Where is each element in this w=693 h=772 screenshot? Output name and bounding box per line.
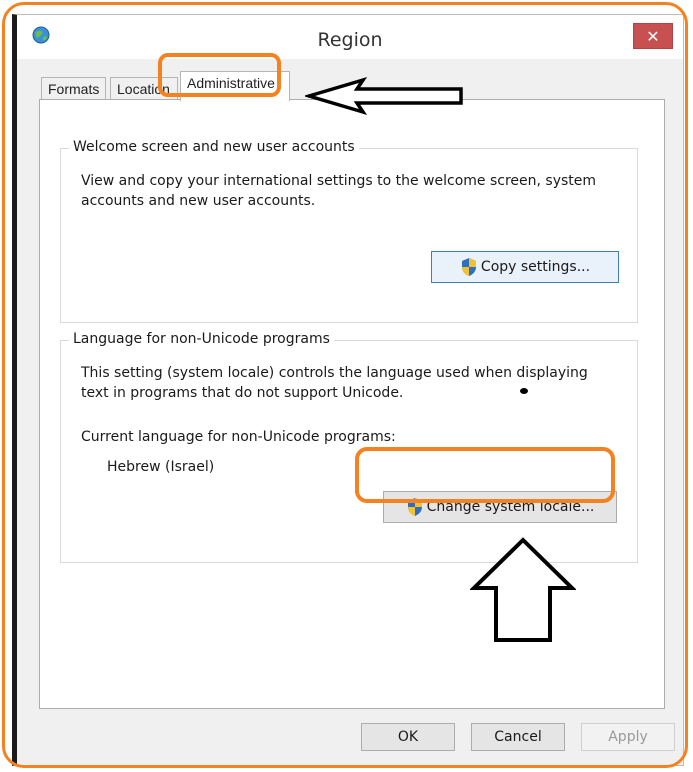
region-dialog: Region ✕ Formats Location Administrative… bbox=[12, 14, 684, 766]
tab-formats[interactable]: Formats bbox=[41, 77, 106, 99]
apply-button[interactable]: Apply bbox=[581, 723, 675, 751]
window-title: Region bbox=[317, 29, 383, 51]
left-arrow-annotation bbox=[305, 76, 463, 116]
ok-button[interactable]: OK bbox=[361, 723, 455, 751]
up-arrow-annotation bbox=[470, 537, 576, 642]
copy-settings-label: Copy settings... bbox=[480, 259, 591, 275]
current-language-value: Hebrew (Israel) bbox=[107, 459, 215, 475]
administrative-tab-highlight bbox=[158, 53, 281, 97]
welcome-description-line2: accounts and new user accounts. bbox=[81, 193, 316, 209]
non-unicode-group-title: Language for non-Unicode programs bbox=[69, 331, 334, 347]
change-locale-highlight bbox=[355, 447, 615, 503]
welcome-description-line1: View and copy your international setting… bbox=[81, 173, 597, 189]
non-unicode-description-line1: This setting (system locale) controls th… bbox=[81, 365, 588, 381]
ink-dot bbox=[520, 388, 528, 394]
welcome-screen-group: Welcome screen and new user accounts Vie… bbox=[60, 139, 638, 323]
copy-settings-button[interactable]: Copy settings... bbox=[431, 251, 619, 283]
non-unicode-description-line2: text in programs that do not support Uni… bbox=[81, 385, 404, 401]
welcome-group-title: Welcome screen and new user accounts bbox=[69, 139, 359, 155]
cancel-button[interactable]: Cancel bbox=[471, 723, 565, 751]
uac-shield-icon bbox=[461, 258, 476, 276]
current-language-label: Current language for non-Unicode program… bbox=[81, 429, 396, 445]
close-button[interactable]: ✕ bbox=[633, 23, 673, 49]
title-bar[interactable]: Region ✕ bbox=[17, 15, 683, 59]
